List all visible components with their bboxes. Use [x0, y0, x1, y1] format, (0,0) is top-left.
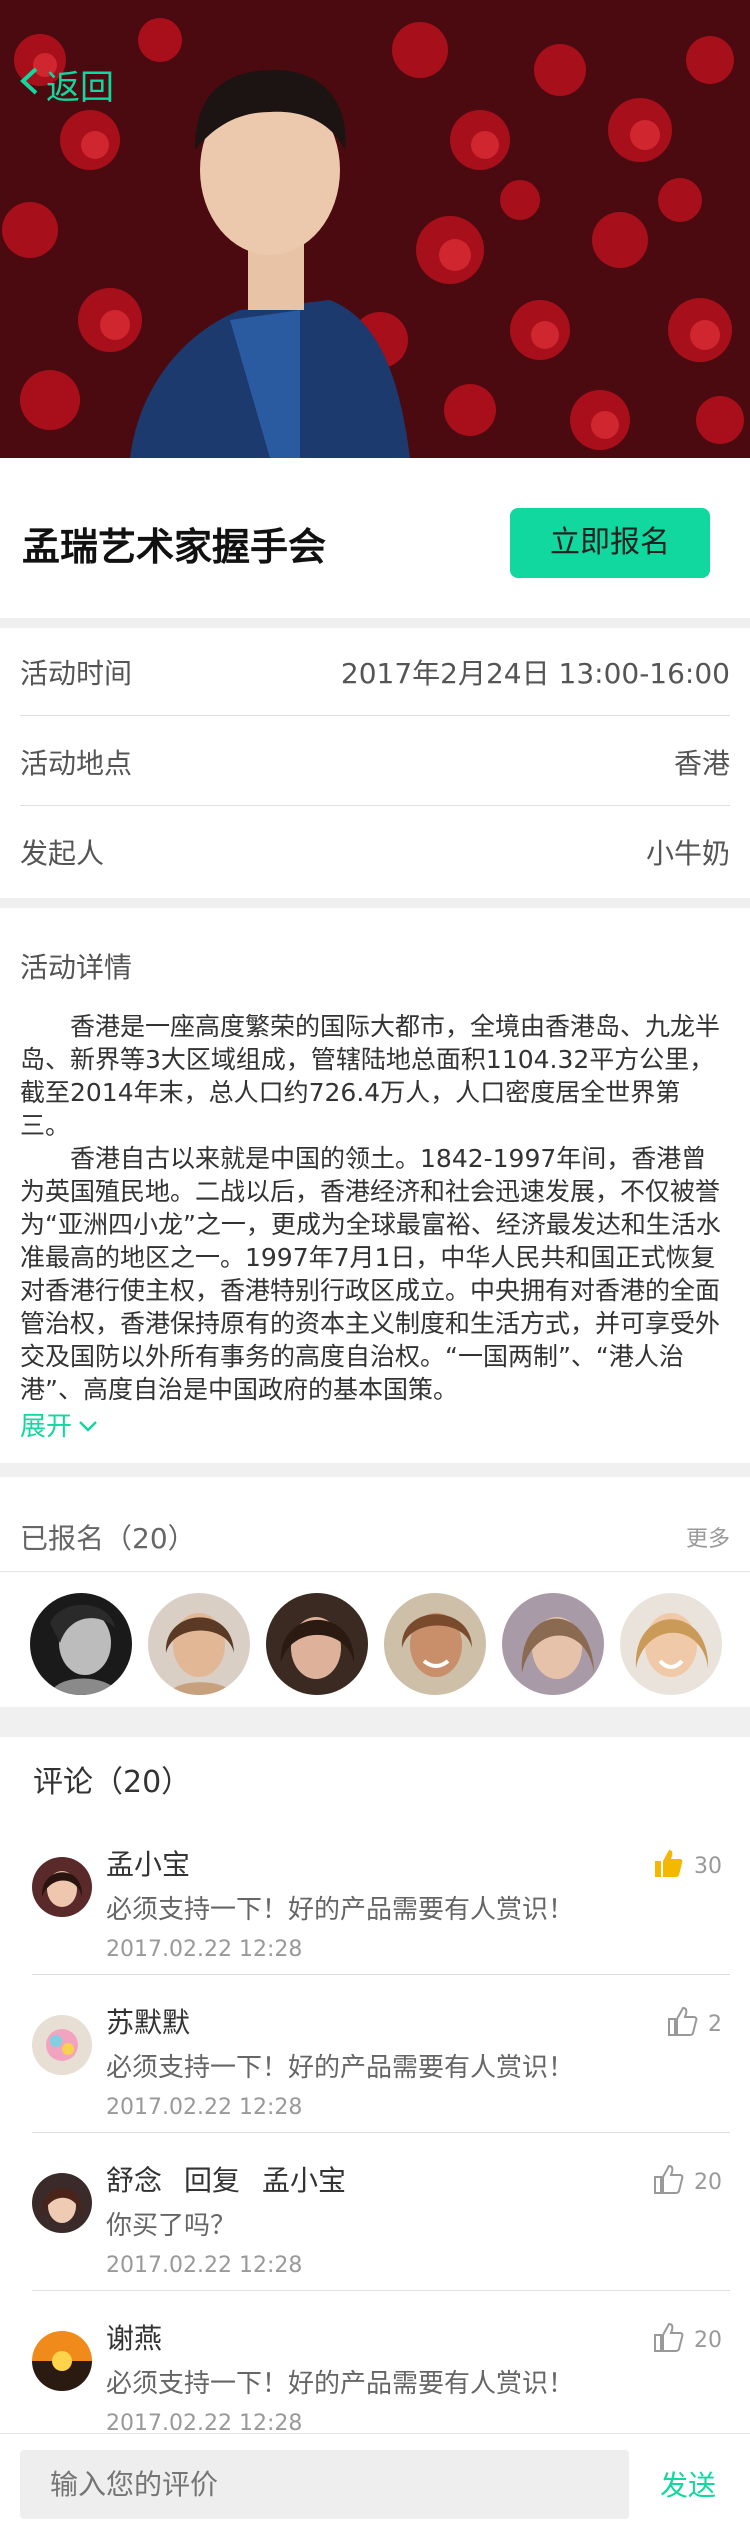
- comment-item: 谢燕 必须支持一下！好的产品需要有人赏识！ 2017.02.22 12:28 2…: [0, 2291, 750, 2449]
- like-button[interactable]: 30: [652, 1847, 722, 1885]
- info-row-time: 活动时间 2017年2月24日 13:00-16:00: [20, 628, 730, 716]
- comment-author-name[interactable]: 谢燕: [106, 2317, 162, 2357]
- comment-avatar[interactable]: [32, 2331, 92, 2391]
- registered-header: 已报名（20） 更多: [20, 1507, 730, 1567]
- registered-section: 已报名（20） 更多: [0, 1477, 750, 1707]
- reply-to-name[interactable]: 孟小宝: [262, 2159, 346, 2199]
- comment-time: 2017.02.22 12:28: [106, 1937, 303, 1962]
- expand-label: 展开: [20, 1412, 73, 1442]
- like-count: 2: [708, 2011, 722, 2037]
- event-title-section: 孟瑞艺术家握手会 立即报名: [0, 458, 750, 618]
- reply-label: 回复: [184, 2164, 241, 2197]
- event-info-section: 活动时间 2017年2月24日 13:00-16:00 活动地点 香港 发起人 …: [0, 628, 750, 898]
- comment-author: 谢燕: [106, 2317, 162, 2357]
- thumbs-up-icon: [666, 2005, 698, 2043]
- comment-input[interactable]: [20, 2450, 629, 2519]
- info-label: 发起人: [20, 837, 105, 870]
- registered-title: 已报名（20）: [20, 1522, 196, 1555]
- comment-author-name[interactable]: 苏默默: [106, 2001, 190, 2041]
- signup-button[interactable]: 立即报名: [510, 508, 710, 578]
- thumbs-up-icon: [652, 2163, 684, 2201]
- event-detail-section: 活动详情 香港是一座高度繁荣的国际大都市，全境由香港岛、九龙半岛、新界等3大区域…: [0, 908, 750, 1463]
- like-button[interactable]: 20: [652, 2321, 722, 2359]
- event-banner: 返回: [0, 0, 750, 458]
- registered-avatars: [30, 1593, 722, 1695]
- detail-paragraph: 香港自古以来就是中国的领土。1842-1997年间，香港曾为英国殖民地。二战以后…: [20, 1144, 721, 1404]
- info-label: 活动地点: [20, 746, 133, 780]
- divider: [0, 1571, 750, 1572]
- comment-avatar[interactable]: [32, 2015, 92, 2075]
- expand-button[interactable]: 展开: [20, 1406, 98, 1443]
- detail-body: 香港是一座高度繁荣的国际大都市，全境由香港岛、九龙半岛、新界等3大区域组成，管辖…: [20, 1010, 730, 1406]
- comment-composer: 发送: [0, 2433, 750, 2533]
- comment-text: 必须支持一下！好的产品需要有人赏识！: [106, 1895, 575, 1925]
- event-title: 孟瑞艺术家握手会: [22, 525, 327, 569]
- detail-paragraph: 香港是一座高度繁荣的国际大都市，全境由香港岛、九龙半岛、新界等3大区域组成，管辖…: [20, 1012, 721, 1140]
- info-value: 香港: [673, 746, 730, 780]
- comment-time: 2017.02.22 12:28: [106, 2253, 303, 2278]
- comment-item: 舒念 回复 孟小宝 你买了吗？ 2017.02.22 12:28 20: [0, 2133, 750, 2291]
- comment-author: 孟小宝: [106, 1843, 190, 1883]
- avatar[interactable]: [266, 1593, 368, 1695]
- info-row-location: 活动地点 香港: [20, 718, 730, 806]
- comment-author-name[interactable]: 孟小宝: [106, 1843, 190, 1883]
- comment-text: 你买了吗？: [106, 2211, 237, 2241]
- comment-author: 苏默默: [106, 2001, 190, 2041]
- thumbs-up-icon: [652, 1847, 684, 1885]
- back-button[interactable]: 返回: [18, 60, 114, 109]
- back-label: 返回: [46, 68, 114, 108]
- like-count: 30: [694, 1853, 722, 1879]
- info-label: 活动时间: [20, 656, 133, 690]
- comment-author: 舒念 回复 孟小宝: [106, 2159, 346, 2199]
- comment-item: 苏默默 必须支持一下！好的产品需要有人赏识！ 2017.02.22 12:28 …: [0, 1975, 750, 2133]
- info-value: 2017年2月24日 13:00-16:00: [340, 656, 730, 690]
- more-link[interactable]: 更多: [686, 1521, 730, 1553]
- info-row-organizer: 发起人 小牛奶: [20, 808, 730, 896]
- detail-heading: 活动详情: [20, 951, 133, 984]
- avatar[interactable]: [384, 1593, 486, 1695]
- like-button[interactable]: 2: [666, 2005, 722, 2043]
- like-count: 20: [694, 2169, 722, 2195]
- comment-item: 孟小宝 必须支持一下！好的产品需要有人赏识！ 2017.02.22 12:28 …: [0, 1817, 750, 1975]
- comments-section: 评论（20） 孟小宝 必须支持一下！好的产品需要有人赏识！ 2017.02.22…: [0, 1737, 750, 2437]
- avatar[interactable]: [620, 1593, 722, 1695]
- comments-title: 评论（20）: [33, 1765, 192, 1800]
- avatar[interactable]: [502, 1593, 604, 1695]
- comment-text: 必须支持一下！好的产品需要有人赏识！: [106, 2369, 575, 2399]
- thumbs-up-icon: [652, 2321, 684, 2359]
- like-button[interactable]: 20: [652, 2163, 722, 2201]
- info-value: 小牛奶: [645, 837, 730, 870]
- avatar[interactable]: [30, 1593, 132, 1695]
- chevron-down-icon: [78, 1410, 98, 1440]
- send-button[interactable]: 发送: [660, 2464, 716, 2504]
- avatar[interactable]: [148, 1593, 250, 1695]
- like-count: 20: [694, 2327, 722, 2353]
- comment-author-name[interactable]: 舒念: [106, 2159, 162, 2199]
- chevron-left-icon: [18, 65, 40, 105]
- comment-text: 必须支持一下！好的产品需要有人赏识！: [106, 2053, 575, 2083]
- comment-time: 2017.02.22 12:28: [106, 2095, 303, 2120]
- comment-avatar[interactable]: [32, 2173, 92, 2233]
- comment-avatar[interactable]: [32, 1857, 92, 1917]
